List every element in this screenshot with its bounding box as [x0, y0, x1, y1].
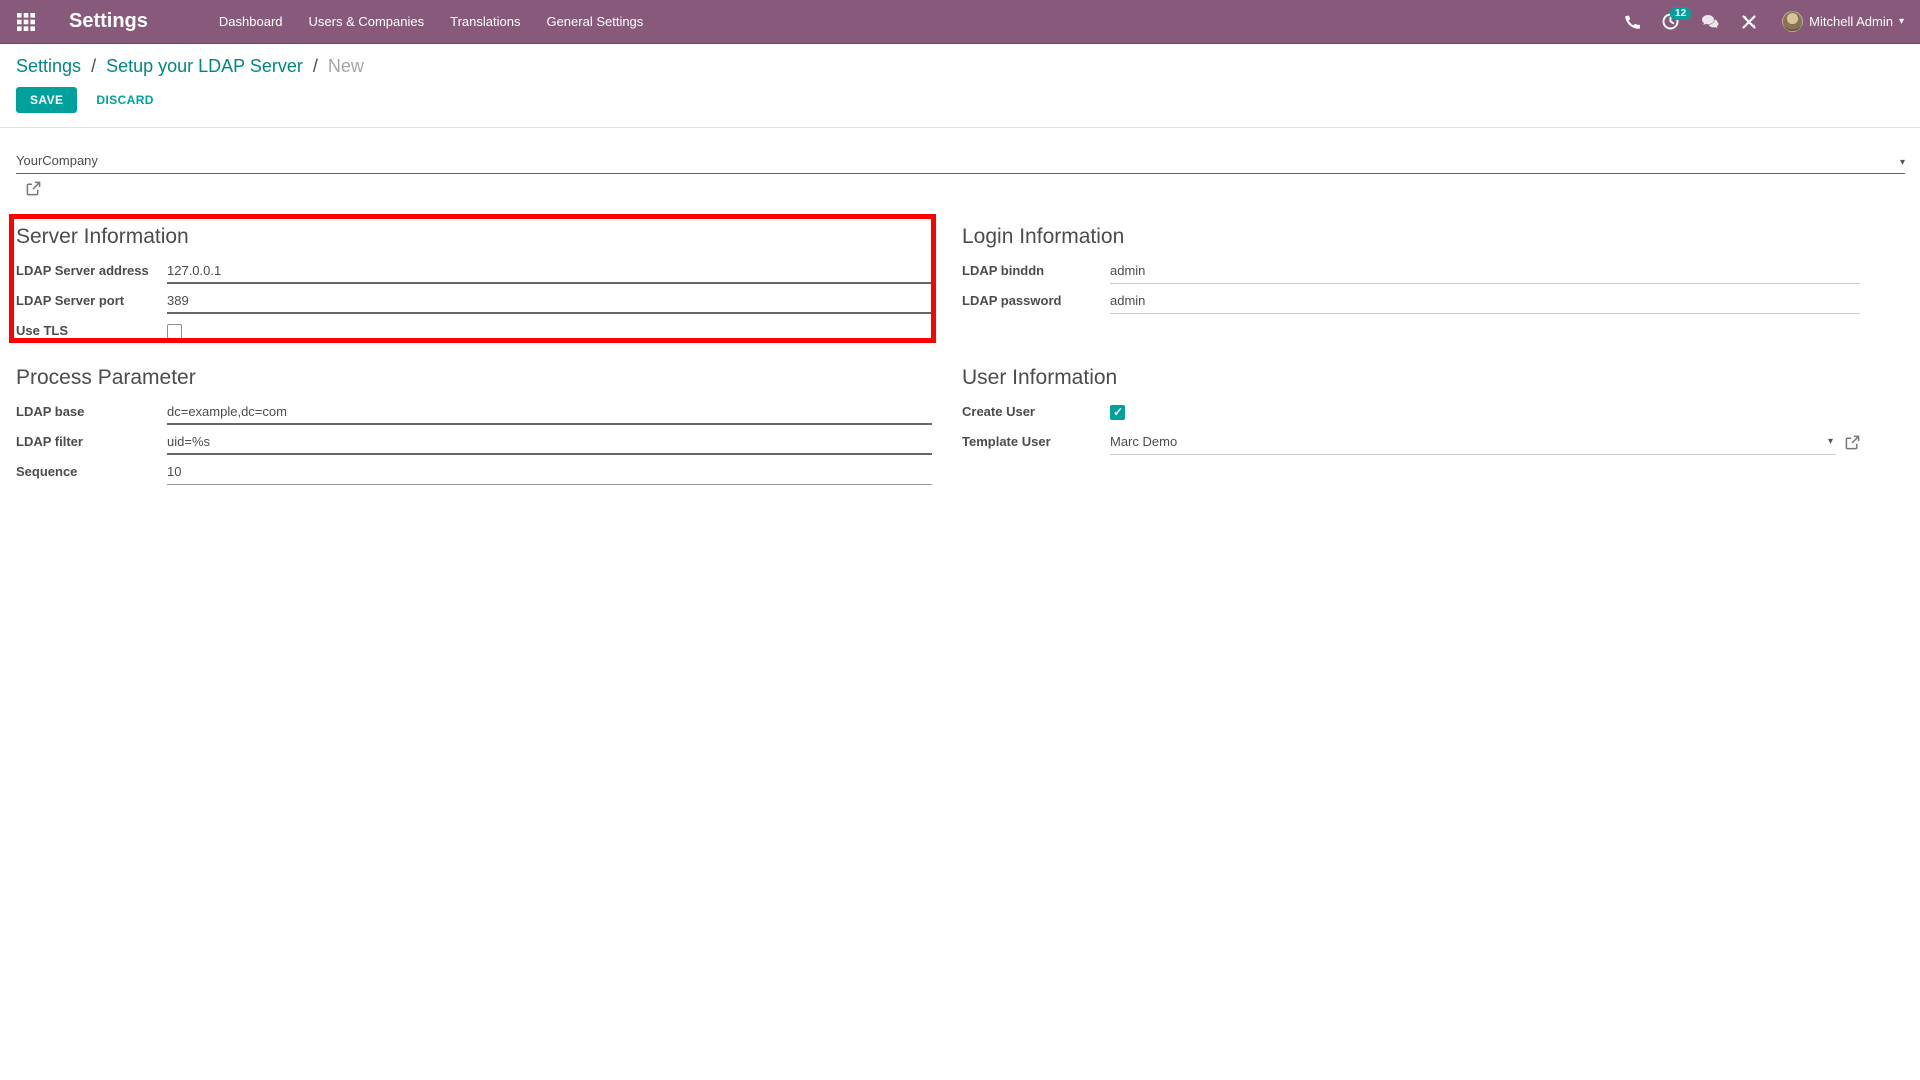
- template-user-external-link-icon[interactable]: [1845, 435, 1860, 450]
- field-ldap-filter: LDAP filter uid=%s: [16, 430, 932, 455]
- section-title: Process Parameter: [16, 366, 196, 389]
- tools-icon[interactable]: [1730, 8, 1768, 36]
- chevron-down-icon: ▾: [1899, 157, 1905, 168]
- field-sequence: Sequence 10: [16, 460, 932, 485]
- use-tls-checkbox[interactable]: [167, 324, 182, 340]
- ldap-password-input[interactable]: admin: [1110, 289, 1860, 314]
- save-button[interactable]: SAVE: [16, 87, 78, 113]
- breadcrumb-separator: /: [91, 56, 97, 76]
- field-label: LDAP base: [16, 404, 85, 419]
- phone-icon[interactable]: [1613, 8, 1651, 36]
- field-label: LDAP filter: [16, 434, 83, 449]
- ldap-binddn-input[interactable]: admin: [1110, 259, 1860, 284]
- breadcrumb: Settings / Setup your LDAP Server / New: [16, 55, 1904, 78]
- navbar-systray: 12 Mitchell Admin ▾: [1613, 7, 1904, 36]
- user-name: Mitchell Admin: [1809, 14, 1893, 29]
- section-title: Server Information: [16, 225, 189, 248]
- section-title: Login Information: [962, 225, 1125, 248]
- chevron-down-icon: ▾: [1898, 15, 1904, 27]
- form-grid: Server Information LDAP Server address 1…: [16, 225, 1904, 490]
- field-ldap-server-port: LDAP Server port 389: [16, 289, 932, 314]
- create-user-checkbox[interactable]: [1110, 405, 1125, 421]
- breadcrumb-settings[interactable]: Settings: [16, 56, 81, 76]
- company-select[interactable]: YourCompany ▾: [16, 153, 1905, 174]
- template-user-select[interactable]: Marc Demo ▾: [1110, 430, 1836, 456]
- field-label: Sequence: [16, 464, 78, 479]
- field-ldap-server-address: LDAP Server address 127.0.0.1: [16, 259, 932, 284]
- field-label: LDAP password: [962, 293, 1062, 308]
- field-ldap-binddn: LDAP binddn admin: [962, 259, 1860, 284]
- section-title: User Information: [962, 366, 1118, 389]
- section-server-information: Server Information LDAP Server address 1…: [16, 225, 932, 366]
- section-login-information: Login Information LDAP binddn admin LDAP…: [962, 225, 1860, 366]
- field-ldap-base: LDAP base dc=example,dc=com: [16, 400, 932, 425]
- field-create-user: Create User: [962, 400, 1860, 425]
- chevron-down-icon: ▾: [1827, 435, 1833, 447]
- field-ldap-password: LDAP password admin: [962, 289, 1860, 314]
- field-label: Create User: [962, 404, 1035, 419]
- ldap-server-port-input[interactable]: 389: [167, 289, 932, 314]
- field-label: Use TLS: [16, 323, 69, 338]
- breadcrumb-current: New: [327, 56, 364, 76]
- top-navbar: Settings Dashboard Users & Companies Tra…: [0, 0, 1920, 44]
- activity-clock-icon[interactable]: 12: [1651, 7, 1692, 36]
- sequence-input[interactable]: 10: [167, 460, 932, 485]
- menu-item-general-settings[interactable]: General Settings: [533, 1, 656, 42]
- field-label: LDAP binddn: [962, 263, 1045, 278]
- field-template-user: Template User Marc Demo ▾: [962, 430, 1860, 456]
- activity-count-badge: 12: [1670, 7, 1692, 20]
- ldap-server-address-input[interactable]: 127.0.0.1: [167, 259, 932, 284]
- messages-icon[interactable]: [1690, 8, 1730, 36]
- field-label: LDAP Server address: [16, 263, 149, 278]
- menu-item-users-companies[interactable]: Users & Companies: [296, 1, 438, 42]
- breadcrumb-ldap-server[interactable]: Setup your LDAP Server: [106, 56, 303, 76]
- ldap-filter-input[interactable]: uid=%s: [167, 430, 932, 455]
- form-sheet: YourCompany ▾ Server Information LDAP Se…: [0, 153, 1920, 490]
- menu-item-dashboard[interactable]: Dashboard: [206, 1, 296, 42]
- section-process-parameter: Process Parameter LDAP base dc=example,d…: [16, 366, 932, 490]
- template-user-value: Marc Demo: [1110, 434, 1178, 450]
- breadcrumb-separator: /: [312, 56, 318, 76]
- section-user-information: User Information Create User Template Us…: [962, 366, 1860, 490]
- app-title[interactable]: Settings: [69, 10, 148, 33]
- company-external-link-icon[interactable]: [26, 181, 41, 196]
- control-panel: Settings / Setup your LDAP Server / New …: [0, 44, 1920, 128]
- ldap-base-input[interactable]: dc=example,dc=com: [167, 400, 932, 425]
- menu-item-translations[interactable]: Translations: [437, 1, 533, 42]
- field-label: LDAP Server port: [16, 293, 125, 308]
- user-menu[interactable]: Mitchell Admin ▾: [1782, 11, 1904, 32]
- discard-button[interactable]: DISCARD: [82, 87, 167, 113]
- apps-menu-icon[interactable]: [16, 12, 36, 32]
- control-panel-buttons: SAVE DISCARD: [16, 87, 1904, 113]
- user-avatar: [1782, 11, 1804, 32]
- field-use-tls: Use TLS: [16, 319, 932, 344]
- main-menu: Dashboard Users & Companies Translations…: [206, 1, 656, 42]
- field-label: Template User: [962, 434, 1051, 450]
- company-value: YourCompany: [16, 153, 98, 168]
